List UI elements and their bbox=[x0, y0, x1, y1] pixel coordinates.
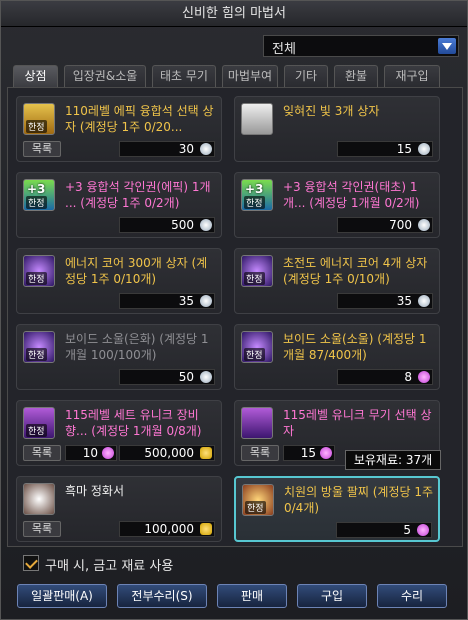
bracelet-icon: 한정 bbox=[242, 484, 274, 516]
box-icon: 한정 bbox=[23, 103, 55, 135]
item-card[interactable]: +3 한정 +3 융합석 각인권(태초) 1개... (계정당 1개월 0/2개)… bbox=[234, 172, 440, 238]
item-card[interactable]: 한정 초전도 에너지 코어 4개 상자 (계정당 1주 0/10개) 35 bbox=[234, 248, 440, 314]
bulk-sell-button[interactable]: 일괄판매(A) bbox=[17, 584, 107, 608]
item-price: 8 bbox=[337, 369, 433, 385]
item-card[interactable]: 잊혀진 빛 3개 상자 15 bbox=[234, 96, 440, 162]
list-button[interactable]: 목록 bbox=[23, 141, 61, 157]
silver-coin-icon bbox=[418, 143, 430, 155]
item-price: 500 bbox=[119, 217, 215, 233]
item-price: 35 bbox=[337, 293, 433, 309]
item-price: 50 bbox=[119, 369, 215, 385]
item-name: 보이드 소울(소울) (계정당 1개월 87/400개) bbox=[283, 332, 427, 362]
soul-crystal-icon bbox=[417, 524, 429, 536]
item-name: 초전도 에너지 코어 4개 상자 (계정당 1주 0/10개) bbox=[283, 256, 428, 286]
list-button[interactable]: 목록 bbox=[241, 445, 279, 461]
limited-tag: 한정 bbox=[245, 501, 266, 514]
silver-coin-icon bbox=[200, 295, 212, 307]
limited-tag: 한정 bbox=[26, 424, 47, 437]
tabs: 상점 입장권&소울 태초 무기 마법부여 기타 환불 재구입 bbox=[13, 65, 459, 87]
tab-etc[interactable]: 기타 bbox=[284, 65, 328, 87]
repair-button[interactable]: 수리 bbox=[377, 584, 447, 608]
limited-tag: 한정 bbox=[26, 348, 47, 361]
void-soul-icon: 한정 bbox=[23, 331, 55, 363]
tab-enchant[interactable]: 마법부여 bbox=[222, 65, 278, 87]
limited-tag: 한정 bbox=[26, 272, 47, 285]
window-title: 신비한 힘의 마법서 bbox=[1, 1, 467, 27]
soul-crystal-icon bbox=[102, 447, 114, 459]
tab-rebuy[interactable]: 재구입 bbox=[384, 65, 440, 87]
silver-coin-icon bbox=[418, 295, 430, 307]
soul-crystal-icon bbox=[320, 447, 332, 459]
list-button[interactable]: 목록 bbox=[23, 445, 61, 461]
item-price: 700 bbox=[337, 217, 433, 233]
item-card[interactable]: 한정 에너지 코어 300개 상자 (계정당 1주 0/10개) 35 bbox=[16, 248, 222, 314]
footer-buttons: 일괄판매(A) 전부수리(S) 판매 구입 수리 bbox=[17, 584, 453, 610]
engrave-icon: +3 한정 bbox=[241, 179, 273, 211]
item-price: 15 bbox=[337, 141, 433, 157]
item-name: 115레벨 세트 유니크 장비 향... (계정당 1개월 0/8개) bbox=[65, 408, 202, 438]
tab-refund[interactable]: 환불 bbox=[334, 65, 378, 87]
limited-tag: 한정 bbox=[26, 120, 47, 133]
tab-primeval-weapon[interactable]: 태초 무기 bbox=[152, 65, 216, 87]
energy-core-icon: 한정 bbox=[23, 255, 55, 287]
filter-dropdown[interactable]: 전체 bbox=[263, 35, 459, 57]
tooltip: 보유재료: 37개 bbox=[345, 450, 441, 470]
limited-tag: 한정 bbox=[26, 196, 47, 209]
box-icon bbox=[241, 103, 273, 135]
repair-all-button[interactable]: 전부수리(S) bbox=[117, 584, 207, 608]
filter-value: 전체 bbox=[272, 42, 296, 57]
item-card[interactable]: 한정 115레벨 세트 유니크 장비 향... (계정당 1개월 0/8개) 목… bbox=[16, 400, 222, 466]
checkbox[interactable] bbox=[23, 555, 39, 571]
limited-tag: 한정 bbox=[244, 196, 265, 209]
gold-coin-icon bbox=[200, 447, 212, 459]
item-name: 115레벨 유니크 무기 선택 상자 bbox=[283, 408, 432, 438]
item-price: 35 bbox=[119, 293, 215, 309]
item-card[interactable]: 한정 보이드 소울(소울) (계정당 1개월 87/400개) 8 bbox=[234, 324, 440, 390]
chevron-down-icon[interactable] bbox=[438, 38, 456, 54]
item-name: +3 융합석 각인권(에픽) 1개 ... (계정당 1주 0/2개) bbox=[65, 180, 211, 210]
limited-tag: 한정 bbox=[244, 272, 265, 285]
limited-tag: 한정 bbox=[244, 348, 265, 361]
item-name: +3 융합석 각인권(태초) 1개... (계정당 1개월 0/2개) bbox=[283, 180, 420, 210]
silver-coin-icon bbox=[418, 219, 430, 231]
void-soul-icon: 한정 bbox=[241, 331, 273, 363]
soul-crystal-icon bbox=[418, 371, 430, 383]
chest-icon bbox=[241, 407, 273, 439]
item-name: 흑마 정화서 bbox=[65, 484, 125, 498]
item-name: 치원의 방울 팔찌 (계정당 1주 0/4개) bbox=[284, 485, 434, 515]
chest-icon: 한정 bbox=[23, 407, 55, 439]
engrave-icon: +3 한정 bbox=[23, 179, 55, 211]
item-name: 110레벨 에픽 융합석 선택 상자 (계정당 1주 0/20... bbox=[65, 104, 214, 134]
tab-ticket-soul[interactable]: 입장권&소울 bbox=[64, 65, 146, 87]
item-list: 한정 110레벨 에픽 융합석 선택 상자 (계정당 1주 0/20... 목록… bbox=[7, 87, 463, 547]
silver-coin-icon bbox=[200, 219, 212, 231]
list-button[interactable]: 목록 bbox=[23, 521, 61, 537]
energy-core-icon: 한정 bbox=[241, 255, 273, 287]
item-card[interactable]: 흑마 정화서 목록 100,000 bbox=[16, 476, 222, 542]
silver-coin-icon bbox=[200, 371, 212, 383]
item-name: 에너지 코어 300개 상자 (계정당 1주 0/10개) bbox=[65, 256, 208, 286]
option-label: 구매 시, 금고 재료 사용 bbox=[45, 559, 174, 574]
silver-coin-icon bbox=[200, 143, 212, 155]
item-name: 보이드 소울(은화) (계정당 1개월 100/100개) bbox=[65, 332, 209, 362]
tab-shop[interactable]: 상점 bbox=[13, 65, 58, 87]
magic-book-window: 신비한 힘의 마법서 전체 상점 입장권&소울 태초 무기 마법부여 기타 환불… bbox=[0, 0, 468, 620]
item-card[interactable]: +3 한정 +3 융합석 각인권(에픽) 1개 ... (계정당 1주 0/2개)… bbox=[16, 172, 222, 238]
item-price: 100,000 bbox=[119, 521, 215, 537]
item-price: 30 bbox=[119, 141, 215, 157]
material-price: 15 bbox=[283, 445, 335, 461]
item-name: 잊혀진 빛 3개 상자 bbox=[283, 104, 380, 118]
item-price: 5 bbox=[336, 522, 432, 538]
sell-button[interactable]: 판매 bbox=[217, 584, 287, 608]
item-card[interactable]: 한정 110레벨 에픽 융합석 선택 상자 (계정당 1주 0/20... 목록… bbox=[16, 96, 222, 162]
material-price: 10 bbox=[65, 445, 117, 461]
item-card[interactable]: 한정 보이드 소울(은화) (계정당 1개월 100/100개) 50 bbox=[16, 324, 222, 390]
gold-coin-icon bbox=[200, 523, 212, 535]
item-price: 500,000 bbox=[119, 445, 215, 461]
item-card-selected[interactable]: 한정 치원의 방울 팔찌 (계정당 1주 0/4개) 5 bbox=[234, 476, 440, 542]
purify-scroll-icon bbox=[23, 483, 55, 515]
buy-button[interactable]: 구입 bbox=[297, 584, 367, 608]
